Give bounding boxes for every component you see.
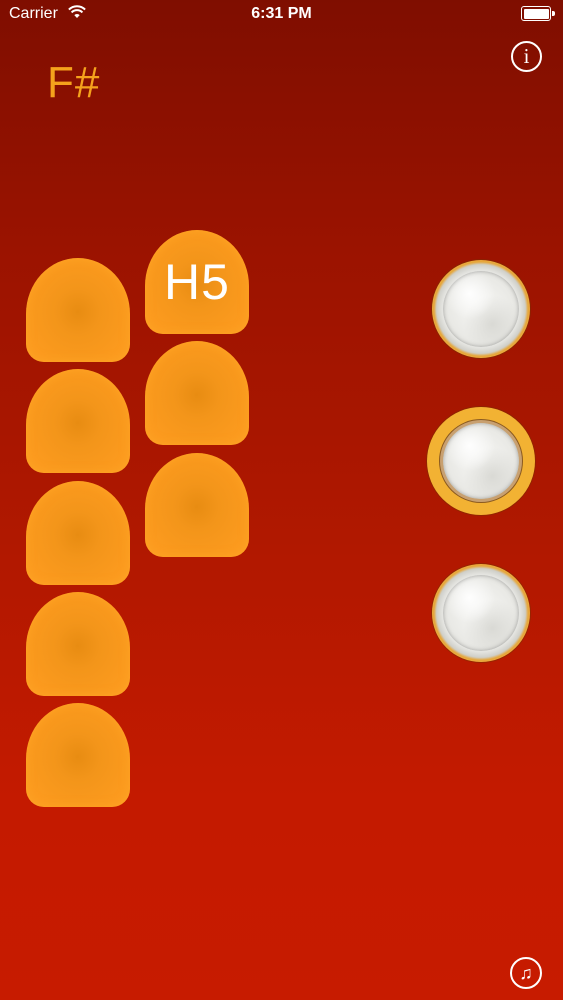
- valve-button-2[interactable]: [427, 407, 535, 515]
- key-4[interactable]: [26, 592, 130, 696]
- key-7[interactable]: [145, 341, 249, 445]
- valve-button-1[interactable]: [432, 260, 530, 358]
- key-3[interactable]: [26, 481, 130, 585]
- music-button[interactable]: ♫: [510, 957, 542, 989]
- clock: 6:31 PM: [251, 5, 312, 22]
- key-1[interactable]: [26, 258, 130, 362]
- music-note-icon: ♫: [519, 962, 533, 983]
- key-5[interactable]: [26, 703, 130, 807]
- valve-button-3[interactable]: [432, 564, 530, 662]
- info-button[interactable]: i: [511, 41, 542, 72]
- current-note-label: F#: [47, 58, 101, 107]
- status-bar: Carrier 6:31 PM: [0, 0, 563, 30]
- battery-icon: [521, 6, 555, 21]
- key-6[interactable]: H5: [145, 230, 249, 334]
- info-icon: i: [523, 44, 530, 68]
- key-label: H5: [164, 254, 230, 310]
- battery-level: [523, 8, 549, 19]
- key-8[interactable]: [145, 453, 249, 557]
- key-2[interactable]: [26, 369, 130, 473]
